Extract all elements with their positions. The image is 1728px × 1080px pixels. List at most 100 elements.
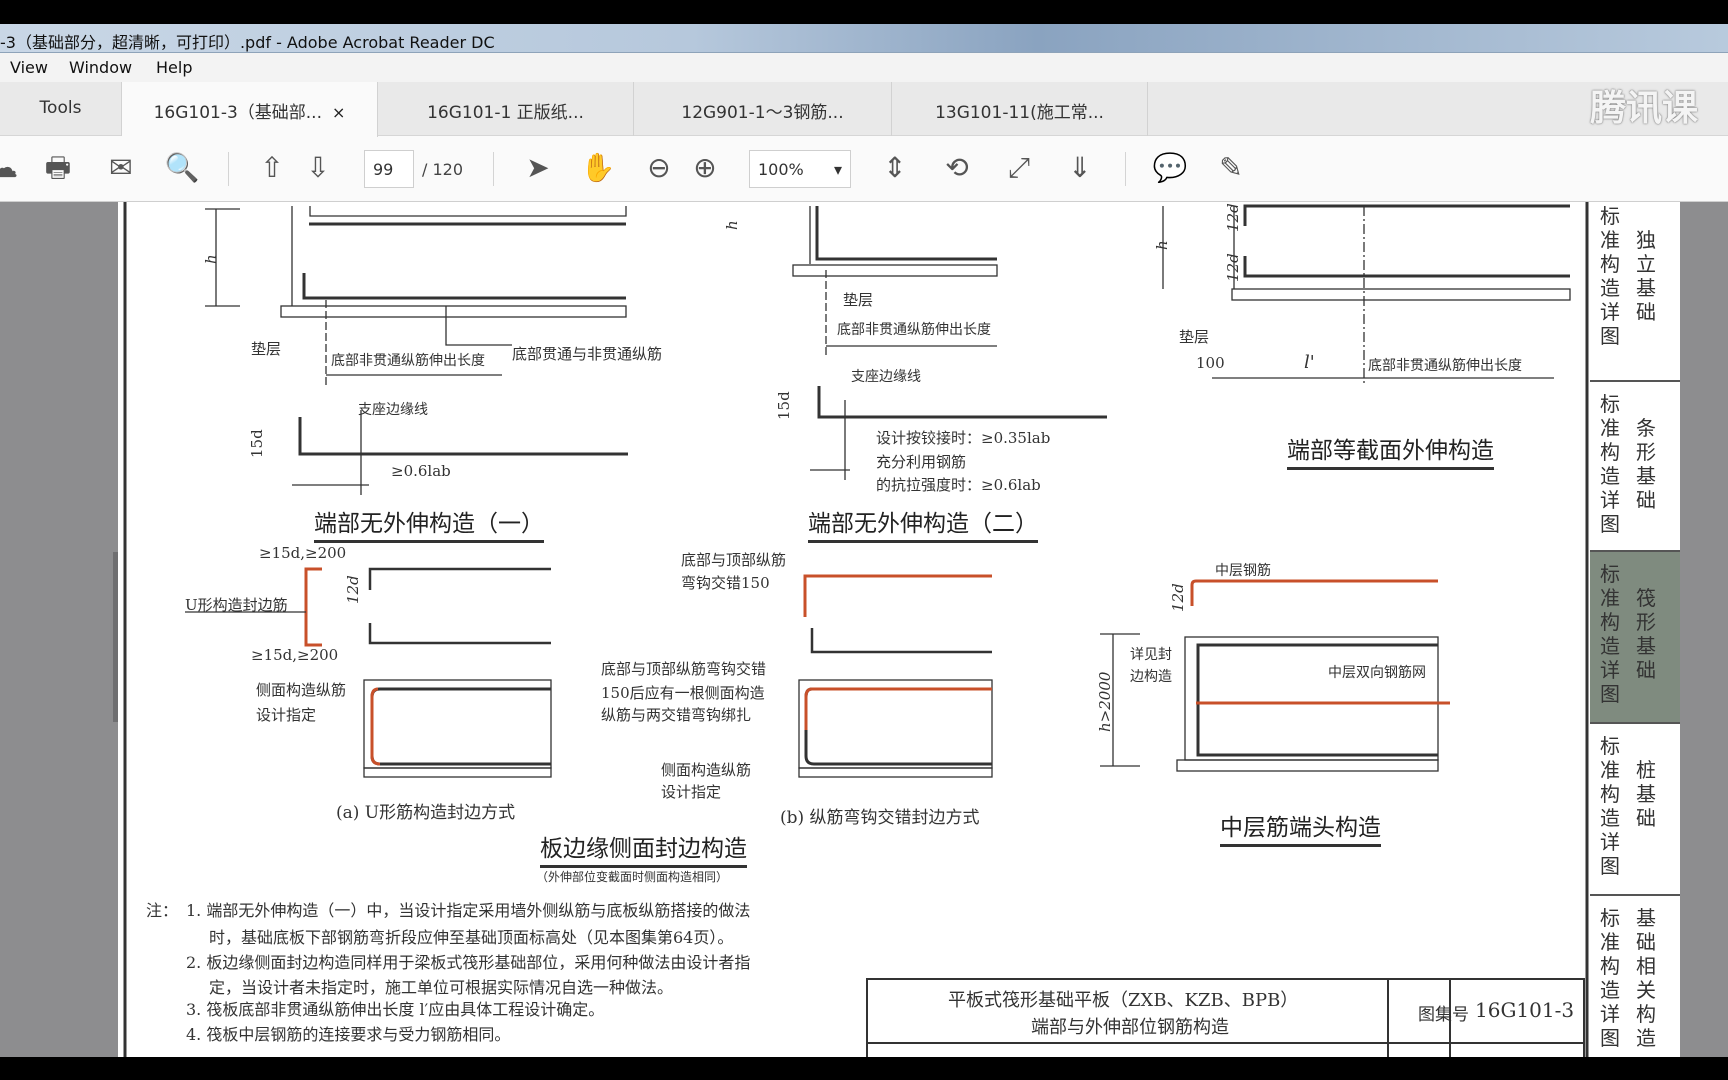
zoom-in-icon[interactable]: ⊕ bbox=[687, 150, 723, 186]
label: 支座边缘线 bbox=[851, 369, 921, 385]
page-total: / 120 bbox=[422, 160, 464, 179]
rotate-icon[interactable]: ⟲ bbox=[939, 150, 975, 186]
fig2-caption: 端部无外伸构造（二） bbox=[808, 504, 1038, 543]
note-line: 定，当设计者未指定时，施工单位可根据实际情况自选一种做法。 bbox=[209, 978, 674, 997]
index-label: 筏形基础 bbox=[1636, 586, 1656, 682]
index-label: 标准构造详图 bbox=[1600, 562, 1620, 706]
label: h bbox=[1153, 240, 1171, 250]
label: 设计指定 bbox=[661, 783, 722, 801]
window-title: -3（基础部分，超清晰，可打印）.pdf - Adobe Acrobat Rea… bbox=[0, 33, 495, 52]
label: 底部贯通与非贯通纵筋 bbox=[512, 345, 663, 363]
label: 设计按铰接时：≥0.35lab bbox=[876, 429, 1051, 447]
comment-icon[interactable]: 💬 bbox=[1152, 150, 1188, 186]
pen-icon[interactable]: ✎ bbox=[1213, 150, 1249, 186]
page-number-input[interactable]: 99 bbox=[364, 150, 414, 188]
label: ≥0.6lab bbox=[391, 462, 451, 480]
print-icon[interactable]: 🖶 bbox=[40, 150, 76, 186]
next-page-icon[interactable]: ⇩ bbox=[300, 150, 336, 186]
select-cursor-icon[interactable]: ➤ bbox=[520, 150, 556, 186]
tab-document[interactable]: 16G101-1 正版纸... bbox=[378, 82, 634, 136]
label: 12d bbox=[344, 575, 362, 604]
label: 中层钢筋 bbox=[1215, 563, 1271, 579]
chevron-down-icon: ▾ bbox=[833, 160, 842, 179]
index-label: 桩基础 bbox=[1636, 758, 1656, 830]
label: 边构造 bbox=[1130, 669, 1172, 685]
fig4-caption: 板边缘侧面封边构造 bbox=[540, 829, 747, 868]
note-line: 2. 板边缘侧面封边构造同样用于梁板式筏形基础部位，采用何种做法由设计者指 bbox=[186, 953, 751, 972]
label: 中层双向钢筋网 bbox=[1328, 665, 1426, 681]
label: 纵筋与两交错弯钩绑扎 bbox=[601, 706, 752, 724]
menu-window[interactable]: Window bbox=[69, 58, 132, 77]
menu-bar: View Window Help bbox=[0, 53, 1728, 82]
label: 侧面构造纵筋 bbox=[256, 681, 347, 699]
note-line: 时，基础底板下部钢筋弯折段应伸至基础顶面标高处（见本图集第64页）。 bbox=[209, 928, 734, 947]
fig3-caption: 端部等截面外伸构造 bbox=[1287, 431, 1494, 470]
full-screen-icon[interactable]: ⤢ bbox=[1001, 150, 1037, 186]
titleblock-line1: 平板式筏形基础平板（ZXB、KZB、BPB） bbox=[948, 990, 1299, 1011]
titleblock-set-label: 图集号 bbox=[1418, 1005, 1469, 1025]
zoom-value: 100% bbox=[758, 160, 804, 179]
title-bar: -3（基础部分，超清晰，可打印）.pdf - Adobe Acrobat Rea… bbox=[0, 24, 1728, 53]
divider bbox=[493, 152, 494, 186]
label: 支座边缘线 bbox=[358, 402, 428, 418]
zoom-out-icon[interactable]: ⊖ bbox=[641, 150, 677, 186]
tab-document-active[interactable]: 16G101-3（基础部... × bbox=[122, 82, 378, 137]
label: 150后应有一根侧面构造 bbox=[601, 684, 765, 702]
label: ≥15d,≥200 bbox=[259, 544, 347, 562]
prev-page-icon[interactable]: ⇧ bbox=[254, 150, 290, 186]
fig4b-caption: (b) 纵筋弯钩交错封边方式 bbox=[780, 808, 980, 828]
tab-document[interactable]: 12G901-1～3钢筋... bbox=[634, 82, 892, 136]
index-tab-isolated-foundation[interactable]: 标准构造详图 独立基础 bbox=[1590, 202, 1680, 382]
menu-help[interactable]: Help bbox=[156, 58, 192, 77]
letterbox-bottom bbox=[0, 1057, 1728, 1080]
fig1-caption: 端部无外伸构造（一） bbox=[314, 504, 544, 543]
index-tab-raft-foundation[interactable]: 标准构造详图 筏形基础 bbox=[1590, 552, 1680, 724]
titleblock-set-number: 16G101-3 bbox=[1475, 998, 1575, 1022]
index-tab-pile-foundation[interactable]: 标准构造详图 桩基础 bbox=[1590, 724, 1680, 896]
label: 垫层 bbox=[1179, 328, 1210, 346]
label: 底部与顶部纵筋 bbox=[681, 551, 787, 569]
close-tab-icon[interactable]: × bbox=[332, 103, 345, 122]
label: 设计指定 bbox=[256, 706, 317, 724]
zoom-select[interactable]: 100% ▾ bbox=[749, 150, 851, 188]
label: 15d bbox=[775, 391, 793, 420]
index-label: 独立基础 bbox=[1636, 228, 1656, 324]
index-label: 标准构造详图 bbox=[1600, 204, 1620, 348]
label: 充分利用钢筋 bbox=[876, 453, 967, 471]
toolbar: ☁ 🖶 ✉ 🔍 ⇧ ⇩ 99 / 120 ➤ ✋ ⊖ ⊕ 100% ▾ ⇕ ⟲ ⤢… bbox=[0, 136, 1728, 202]
note-line: 1. 端部无外伸构造（一）中，当设计指定采用墙外侧纵筋与底板纵筋搭接的做法 bbox=[186, 901, 751, 920]
cloud-icon[interactable]: ☁ bbox=[0, 150, 22, 186]
menu-view[interactable]: View bbox=[10, 58, 48, 77]
label: 15d bbox=[248, 429, 266, 458]
index-label: 标准构造详图 bbox=[1600, 734, 1620, 878]
mail-icon[interactable]: ✉ bbox=[103, 150, 139, 186]
notes-label: 注： bbox=[146, 901, 179, 920]
index-label: 标准构造详图 bbox=[1600, 392, 1620, 536]
label: 侧面构造纵筋 bbox=[661, 761, 752, 779]
label: 底部非贯通纵筋伸出长度 bbox=[837, 322, 991, 338]
index-tab-strip-foundation[interactable]: 标准构造详图 条形基础 bbox=[1590, 382, 1680, 552]
divider bbox=[1125, 152, 1126, 186]
note-line: 4. 筏板中层钢筋的连接要求与受力钢筋相同。 bbox=[186, 1025, 511, 1044]
label: 12d bbox=[1169, 583, 1187, 612]
index-label: 标准构造详图 bbox=[1600, 906, 1620, 1050]
label: 底部非贯通纵筋伸出长度 bbox=[331, 353, 485, 369]
tab-tools[interactable]: Tools bbox=[0, 82, 122, 136]
index-tab-related-structures[interactable]: 标准构造详图 基础相关构造 bbox=[1590, 896, 1680, 1057]
titleblock-line2: 端部与外伸部位钢筋构造 bbox=[1031, 1017, 1229, 1038]
label: 底部与顶部纵筋弯钩交错 bbox=[601, 660, 767, 678]
label: 的抗拉强度时：≥0.6lab bbox=[876, 476, 1041, 494]
hand-icon[interactable]: ✋ bbox=[580, 150, 616, 186]
document-view[interactable]: h 垫层 底部非贯通纵筋伸出长度 底部贯通与非贯通纵筋 15d 支座边缘线 ≥0… bbox=[0, 202, 1728, 1057]
fit-page-icon[interactable]: ⇕ bbox=[877, 150, 913, 186]
tab-bar: Tools 16G101-3（基础部... × 16G101-1 正版纸... 1… bbox=[0, 82, 1728, 137]
index-label: 条形基础 bbox=[1636, 416, 1656, 512]
label: h>2000 bbox=[1096, 671, 1114, 732]
fig4-subcaption: （外伸部位变截面时侧面构造相同） bbox=[536, 870, 729, 884]
divider bbox=[228, 152, 229, 186]
tab-document[interactable]: 13G101-11(施工常... bbox=[892, 82, 1148, 136]
search-icon[interactable]: 🔍 bbox=[164, 150, 200, 186]
scroll-mode-icon[interactable]: ⇓ bbox=[1062, 150, 1098, 186]
tab-label: 16G101-3（基础部... bbox=[153, 103, 322, 123]
label: h bbox=[202, 254, 220, 264]
